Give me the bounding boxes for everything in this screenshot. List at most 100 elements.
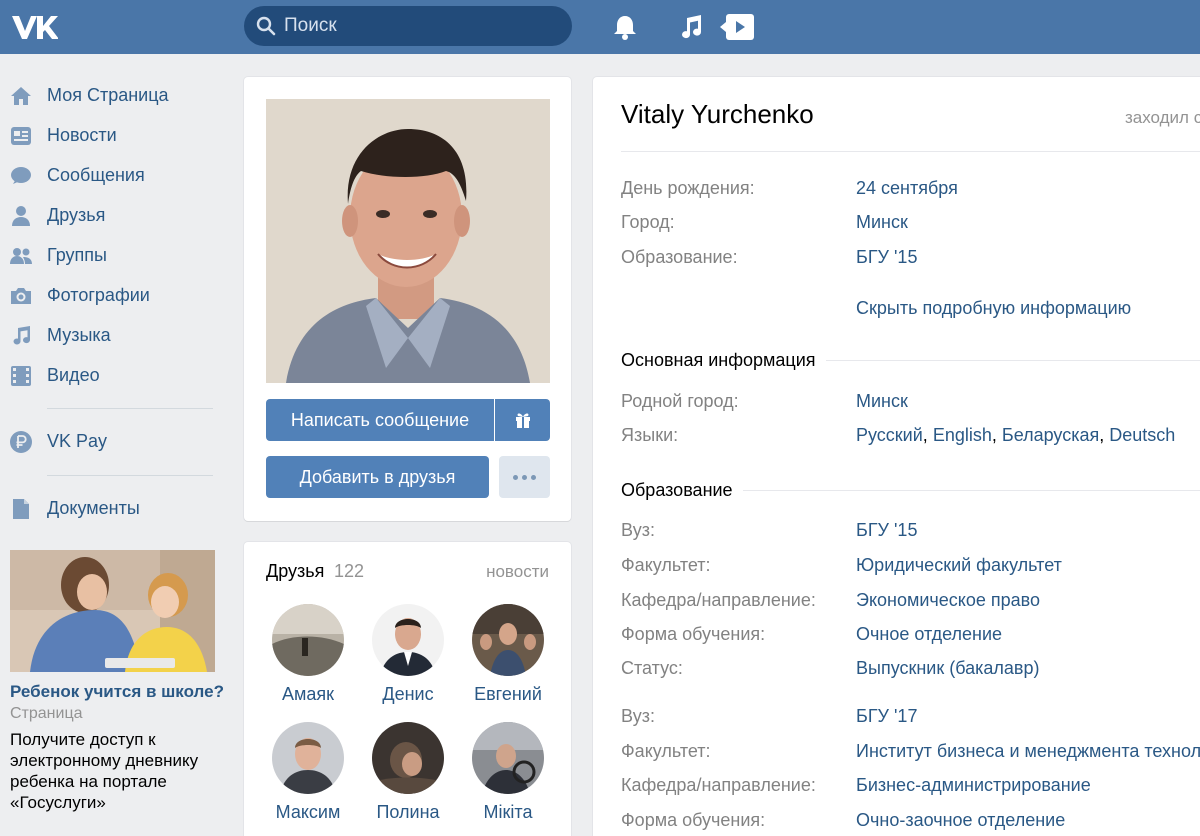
search-icon [256,16,276,36]
sidebar-item-label: Друзья [47,205,106,225]
sidebar-item-photos[interactable]: Фотографии [0,276,230,314]
top-header [0,0,1200,54]
sidebar-item-label: Новости [47,125,117,145]
ad-text[interactable]: Получите доступ к электронному дневнику … [10,729,220,813]
ad-image[interactable] [10,550,215,672]
faculty-label: Факультет: [621,741,711,761]
friend-item[interactable]: Евгений [458,604,558,714]
profile-avatar-card: Написать сообщение Добавить в друзья [244,77,571,521]
friend-avatar[interactable] [272,604,344,676]
friend-name[interactable]: Евгений [458,684,558,705]
language-link[interactable]: Deutsch [1109,425,1175,445]
language-link[interactable]: Беларуская [1002,425,1099,445]
faculty-value[interactable]: Юридический факультет [856,555,1062,576]
sidebar-item-news[interactable]: Новости [0,116,230,154]
profile-photo[interactable] [266,99,550,383]
video-player-icon[interactable] [720,12,756,42]
friend-avatar[interactable] [372,604,444,676]
friends-news-link[interactable]: новости [486,562,549,582]
friend-name[interactable]: Мікіта [458,802,558,823]
friend-name[interactable]: Амаяк [258,684,358,705]
study-form-label: Форма обучения: [621,810,766,830]
friend-item[interactable]: Максим [258,722,358,832]
sidebar-item-label: Музыка [47,325,111,345]
university-value[interactable]: БГУ '17 [856,706,917,727]
city-label: Город: [621,212,675,232]
gift-icon [515,413,530,428]
sidebar-item-label: Видео [47,365,100,385]
department-label: Кафедра/направление: [621,590,816,610]
more-actions-button[interactable] [499,456,550,498]
sidebar-item-groups[interactable]: Группы [0,236,230,274]
department-label: Кафедра/направление: [621,775,816,795]
city-value[interactable]: Минск [856,212,908,233]
sidebar-item-vk-pay[interactable]: VK Pay [0,422,230,460]
news-icon [11,127,31,145]
send-message-label: Написать сообщение [290,409,470,430]
sidebar-item-label: Фотографии [47,285,150,305]
language-link[interactable]: Русский [856,425,923,445]
sidebar-item-friends[interactable]: Друзья [0,196,230,234]
send-gift-button[interactable] [495,399,550,441]
friend-item[interactable]: Мікіта [458,722,558,832]
bell-icon[interactable] [610,12,640,42]
friend-item[interactable]: Амаяк [258,604,358,714]
status-value[interactable]: Выпускник (бакалавр) [856,658,1040,679]
send-message-button[interactable]: Написать сообщение [266,399,494,441]
add-friend-button[interactable]: Добавить в друзья [266,456,489,498]
sidebar-item-documents[interactable]: Документы [0,489,230,527]
status-label: Статус: [621,658,683,678]
groups-icon [10,248,32,264]
sidebar-item-label: Документы [47,498,140,518]
friend-icon [12,206,30,226]
friend-avatar[interactable] [472,604,544,676]
friends-title[interactable]: Друзья [266,561,324,582]
education-value[interactable]: БГУ '15 [856,247,917,268]
friend-name[interactable]: Полина [358,802,458,823]
birthday-value[interactable]: 24 сентября [856,178,958,199]
faculty-value[interactable]: Институт бизнеса и менеджмента технологи… [856,741,1200,762]
study-form-value[interactable]: Очное отделение [856,624,1002,645]
friend-avatar[interactable] [272,722,344,794]
sidebar-item-messages[interactable]: Сообщения [0,156,230,194]
friend-item[interactable]: Полина [358,722,458,832]
university-label: Вуз: [621,520,656,540]
search-input[interactable] [284,6,564,46]
sidebar-item-label: VK Pay [47,431,108,451]
faculty-label: Факультет: [621,555,711,575]
sidebar-item-label: Сообщения [47,165,145,185]
languages-label: Языки: [621,425,679,445]
sidebar-item-music[interactable]: Музыка [0,316,230,354]
friends-count: 122 [334,561,365,581]
sidebar-item-video[interactable]: Видео [0,356,230,394]
language-link[interactable]: English [933,425,992,445]
friend-avatar[interactable] [472,722,544,794]
department-value[interactable]: Бизнес-администрирование [856,775,1091,796]
hide-details-link[interactable]: Скрыть подробную информацию [856,298,1131,319]
ad-title[interactable]: Ребенок учится в школе? [10,682,224,702]
vk-logo-icon[interactable] [10,12,58,42]
department-value[interactable]: Экономическое право [856,590,1040,611]
main-info-section-title: Основная информация [621,350,826,371]
university-value[interactable]: БГУ '15 [856,520,917,541]
university-label: Вуз: [621,706,656,726]
hometown-value[interactable]: Минск [856,391,908,412]
friend-item[interactable]: Денис [358,604,458,714]
languages-list: Русский, English, Беларуская, Deutsch [856,425,1176,445]
document-icon [13,499,29,519]
search-box[interactable] [244,6,572,46]
music-icon[interactable] [676,12,706,42]
online-status: заходил сегодня [1125,108,1200,127]
friend-name[interactable]: Денис [358,684,458,705]
music-icon [13,326,31,345]
more-dots-icon [513,474,536,480]
study-form-value[interactable]: Очно-заочное отделение [856,810,1065,831]
friend-name[interactable]: Максим [258,802,358,823]
sidebar-item-my-page[interactable]: Моя Страница [0,76,230,114]
header-divider [621,151,1200,152]
add-friend-label: Добавить в друзья [299,466,456,487]
messages-icon [11,167,31,184]
friends-card: Друзья 122 новости Амаяк Денис Евгений М… [244,542,571,836]
friend-avatar[interactable] [372,722,444,794]
page-title: Vitaly Yurchenko [621,99,814,129]
